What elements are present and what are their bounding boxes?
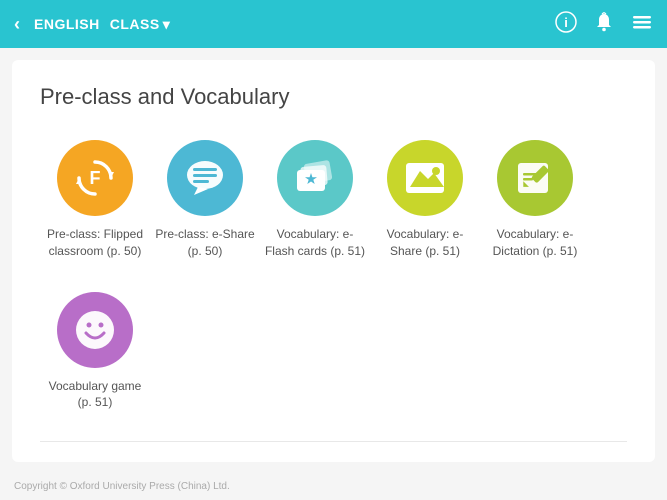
svg-text:i: i: [564, 15, 568, 30]
eshare-preclass-icon: [167, 140, 243, 216]
nav-class-label: CLASS: [110, 16, 160, 32]
item-label: Pre-class: Flipped classroom (p. 50): [44, 226, 146, 260]
list-item[interactable]: Pre-class: e-Share (p. 50): [150, 134, 260, 266]
chevron-down-icon: ▾: [163, 16, 171, 33]
top-nav: ‹ ENGLISH CLASS ▾ i: [0, 0, 667, 48]
list-item[interactable]: Vocabulary: Graded worksheets (p. 51): [40, 458, 150, 462]
item-label: Vocabulary game (p. 51): [44, 378, 146, 412]
list-item[interactable]: Vocabulary: e-Flash cards (p. 51): [260, 134, 370, 266]
list-item[interactable]: Vocabulary game (p. 51): [40, 286, 150, 418]
item-label: Pre-class: e-Share (p. 50): [154, 226, 256, 260]
list-item[interactable]: ? Graded worksheets (Answer key)(p. 51): [150, 458, 260, 462]
item-label: Vocabulary: e-Share (p. 51): [374, 226, 476, 260]
nav-icons: i: [555, 11, 653, 38]
icon-grid-row2: Vocabulary: Graded worksheets (p. 51) ? …: [40, 458, 627, 462]
edictation-icon: [497, 140, 573, 216]
back-button[interactable]: ‹: [14, 14, 20, 35]
icon-grid: F Pre-class: Flipped classroom (p. 50) P…: [40, 134, 627, 437]
page-title: Pre-class and Vocabulary: [40, 84, 627, 110]
main-content: Pre-class and Vocabulary F Pre-class: Fl…: [12, 60, 655, 462]
footer: Copyright © Oxford University Press (Chi…: [14, 481, 230, 492]
eflash-icon: [277, 140, 353, 216]
flipped-classroom-icon: F: [57, 140, 133, 216]
list-item[interactable]: F Pre-class: Flipped classroom (p. 50): [40, 134, 150, 266]
menu-icon[interactable]: [631, 11, 653, 38]
svg-text:F: F: [90, 168, 101, 188]
list-item[interactable]: Vocabulary: e-Share (p. 51): [370, 134, 480, 266]
vocabgame-icon: [57, 292, 133, 368]
info-icon[interactable]: i: [555, 11, 577, 38]
list-item[interactable]: Vocabulary: e-Dictation (p. 51): [480, 134, 590, 266]
row-divider: [40, 441, 627, 442]
nav-class-dropdown[interactable]: CLASS ▾: [110, 16, 170, 33]
nav-english-label: ENGLISH: [34, 16, 100, 32]
eshare-vocab-icon: [387, 140, 463, 216]
item-label: Vocabulary: e-Flash cards (p. 51): [264, 226, 366, 260]
copyright-text: Copyright © Oxford University Press (Chi…: [14, 481, 230, 492]
item-label: Vocabulary: e-Dictation (p. 51): [484, 226, 586, 260]
bell-icon[interactable]: [593, 11, 615, 38]
